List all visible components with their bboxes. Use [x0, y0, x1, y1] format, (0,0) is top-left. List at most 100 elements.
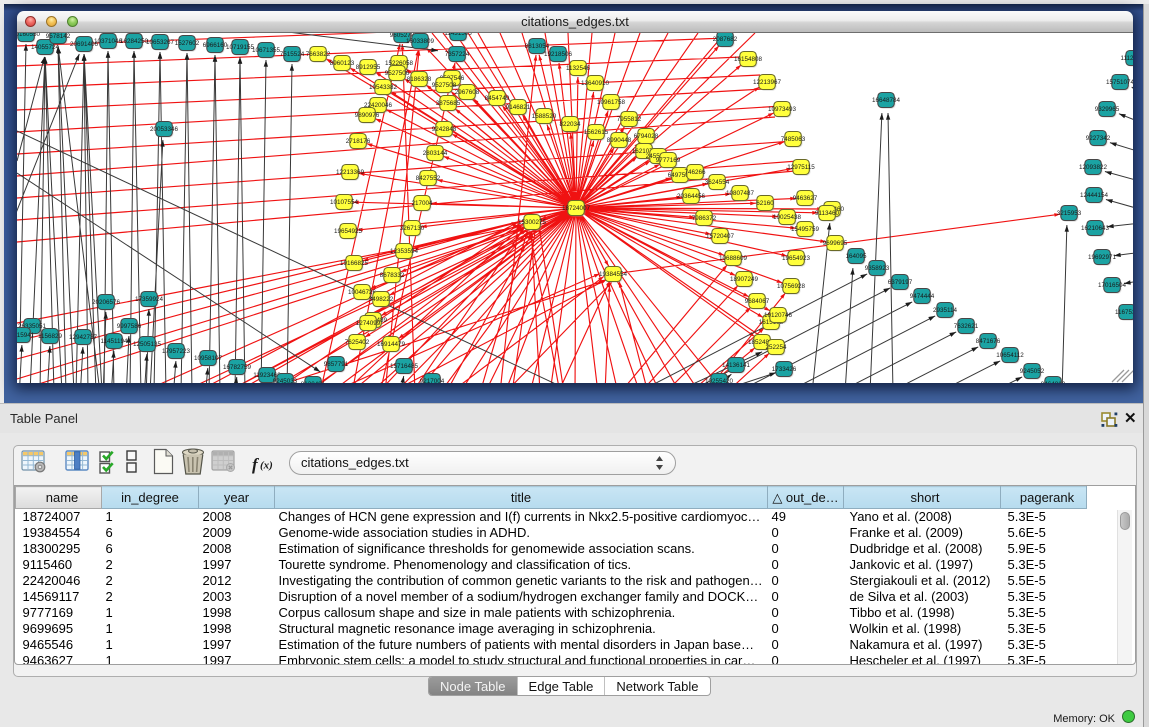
svg-text:2718176: 2718176	[346, 138, 371, 145]
svg-text:9463627: 9463627	[793, 195, 818, 202]
svg-text:9358923: 9358923	[865, 265, 890, 272]
svg-text:f: f	[252, 455, 260, 474]
svg-text:11431505: 11431505	[444, 33, 472, 37]
svg-text:16648784: 16648784	[872, 97, 901, 104]
svg-text:19384554: 19384554	[599, 271, 628, 278]
svg-text:9217004: 9217004	[420, 378, 445, 383]
svg-text:9227342: 9227342	[1086, 135, 1111, 142]
svg-text:19692971: 19692971	[1088, 254, 1117, 261]
svg-text:9578142: 9578142	[46, 33, 71, 40]
svg-text:15716485: 15716485	[390, 363, 419, 370]
svg-text:12505135: 12505135	[133, 341, 162, 348]
svg-text:10120746: 10120746	[764, 312, 793, 319]
svg-text:9699695: 9699695	[823, 240, 848, 247]
svg-text:3875685: 3875685	[436, 100, 461, 107]
svg-text:(x): (x)	[260, 460, 273, 472]
svg-text:10688609: 10688609	[719, 255, 748, 262]
svg-text:19166825: 19166825	[340, 260, 369, 267]
svg-text:2967608: 2967608	[455, 89, 480, 96]
svg-text:10107554: 10107554	[330, 199, 359, 206]
svg-text:6379197: 6379197	[888, 279, 913, 286]
svg-text:16033809: 16033809	[406, 38, 435, 45]
svg-text:8471676: 8471676	[976, 338, 1001, 345]
svg-text:7986372: 7986372	[692, 215, 717, 222]
svg-text:20053346: 20053346	[150, 126, 179, 133]
svg-text:9527508: 9527508	[432, 82, 457, 89]
svg-text:15300275: 15300275	[518, 219, 547, 226]
svg-text:10025438: 10025438	[773, 214, 802, 221]
svg-text:7663822: 7663822	[306, 51, 331, 58]
svg-text:16284250: 16284250	[120, 38, 149, 45]
svg-text:10961758: 10961758	[597, 99, 626, 106]
svg-text:11451194: 11451194	[100, 338, 128, 345]
svg-text:10653267: 10653267	[146, 39, 175, 46]
svg-text:9474444: 9474444	[910, 293, 935, 300]
svg-text:1167533: 1167533	[1115, 309, 1133, 316]
svg-text:1156829: 1156829	[38, 333, 63, 340]
svg-text:16154808: 16154808	[734, 56, 763, 63]
svg-text:11120586: 11120586	[1120, 55, 1133, 62]
svg-text:822034: 822034	[559, 121, 581, 128]
svg-text:8912955: 8912955	[356, 64, 381, 71]
svg-text:15720407: 15720407	[706, 233, 735, 240]
svg-text:7485063: 7485063	[781, 136, 806, 143]
svg-text:10973493: 10973493	[768, 106, 797, 113]
svg-text:2803144: 2803144	[423, 150, 448, 157]
svg-text:12353594: 12353594	[390, 248, 419, 255]
svg-text:19654923: 19654923	[782, 255, 811, 262]
svg-text:8186328: 8186328	[407, 76, 432, 83]
svg-text:20364456: 20364456	[677, 193, 706, 200]
svg-text:1562615: 1562615	[584, 129, 609, 136]
svg-text:17359924: 17359924	[135, 296, 164, 303]
svg-text:17957223: 17957223	[162, 348, 191, 355]
svg-text:8990448: 8990448	[607, 137, 632, 144]
svg-text:8454749: 8454749	[485, 95, 510, 102]
svg-text:17016504: 17016504	[1098, 282, 1127, 289]
svg-text:3267130: 3267130	[400, 225, 425, 232]
svg-text:62160: 62160	[756, 200, 774, 207]
svg-text:8960123: 8960123	[330, 60, 355, 67]
svg-text:10807487: 10807487	[726, 190, 755, 197]
svg-text:20160550: 20160550	[17, 33, 40, 38]
svg-text:10255420: 10255420	[705, 378, 734, 383]
svg-text:2935114: 2935114	[933, 307, 958, 314]
svg-text:7955812: 7955812	[617, 116, 642, 123]
svg-text:14055724: 14055724	[31, 44, 60, 51]
svg-text:16914479: 16914479	[377, 341, 406, 348]
svg-text:9997586: 9997586	[117, 323, 142, 330]
svg-text:20206576: 20206576	[92, 299, 121, 306]
svg-text:12213967: 12213967	[753, 79, 782, 86]
svg-text:7625402: 7625402	[345, 339, 370, 346]
svg-text:8813054: 8813054	[525, 43, 550, 50]
svg-text:1588520: 1588520	[532, 113, 557, 120]
svg-text:3498222: 3498222	[369, 296, 394, 303]
svg-text:9329965: 9329965	[1095, 106, 1120, 113]
svg-text:1132546: 1132546	[566, 65, 591, 72]
svg-text:10654112: 10654112	[996, 352, 1024, 359]
svg-text:9857791: 9857791	[324, 361, 349, 368]
svg-text:12942737: 12942737	[69, 334, 98, 341]
svg-text:8120491: 8120491	[301, 381, 326, 383]
svg-text:13640910: 13640910	[581, 80, 610, 87]
svg-text:1274099: 1274099	[356, 320, 381, 327]
svg-text:7357224: 7357224	[445, 51, 470, 58]
svg-text:1733426: 1733426	[772, 366, 797, 373]
svg-text:217004: 217004	[411, 200, 433, 207]
svg-text:10756928: 10756928	[777, 283, 806, 290]
svg-text:10371046: 10371046	[94, 38, 123, 45]
svg-text:19654925: 19654925	[334, 228, 363, 235]
svg-text:8678332: 8678332	[380, 272, 405, 279]
svg-text:15495759: 15495759	[791, 226, 820, 233]
svg-text:3915941: 3915941	[17, 332, 35, 339]
svg-text:16782759: 16782759	[223, 364, 252, 371]
svg-text:9777169: 9777169	[656, 157, 681, 164]
svg-text:9113460: 9113460	[815, 210, 840, 217]
svg-text:9242848: 9242848	[432, 126, 457, 133]
svg-text:7515524: 7515524	[280, 51, 305, 58]
svg-text:12975115: 12975115	[787, 164, 815, 171]
svg-text:12213369: 12213369	[336, 169, 365, 176]
svg-text:10719155: 10719155	[226, 44, 255, 51]
svg-text:10046726: 10046726	[348, 289, 377, 296]
svg-text:12093822: 12093822	[1079, 164, 1108, 171]
svg-text:19218506: 19218506	[544, 51, 573, 58]
